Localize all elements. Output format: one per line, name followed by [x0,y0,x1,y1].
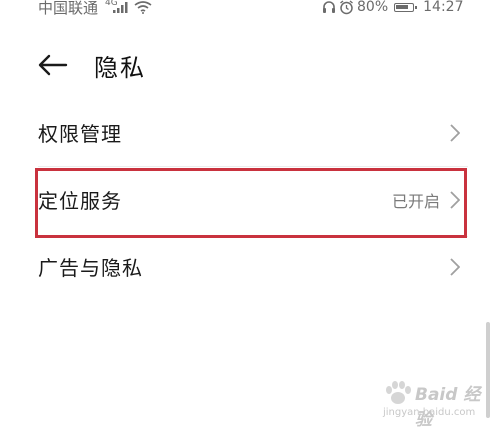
paw-icon [386,381,411,404]
clock: 14:27 [423,0,464,15]
chevron-right-icon [450,258,460,276]
app-header: 隐私 [0,40,500,90]
setting-label: 定位服务 [38,189,122,213]
setting-row-location[interactable]: 定位服务 已开启 [0,170,500,230]
alarm-icon [340,0,353,14]
setting-row-ads-privacy[interactable]: 广告与隐私 [0,237,500,297]
headset-icon [323,1,335,13]
battery-percent: 80% [357,0,389,15]
back-arrow-icon[interactable] [38,54,68,76]
chevron-right-icon [450,191,460,209]
signal-icon [113,2,128,13]
page-title: 隐私 [94,54,146,82]
divider [38,166,468,167]
setting-row-permissions[interactable]: 权限管理 [0,103,500,163]
battery-icon [394,2,418,12]
watermark-url: jingyan.baidu.com [383,407,476,418]
status-right: 80% 14:27 [322,0,463,16]
chevron-right-icon [450,124,460,142]
watermark: Baid 经验 jingyan.baidu.com [383,380,493,430]
setting-label: 权限管理 [38,122,122,146]
carrier-name: 中国联通 [38,0,99,17]
setting-label: 广告与隐私 [38,256,143,280]
status-bar: 中国联通 4G 80% 14:27 [0,0,500,18]
setting-status-value: 已开启 [391,192,440,211]
watermark-brand: Baid 经验 [415,385,481,430]
wifi-icon [134,1,152,14]
